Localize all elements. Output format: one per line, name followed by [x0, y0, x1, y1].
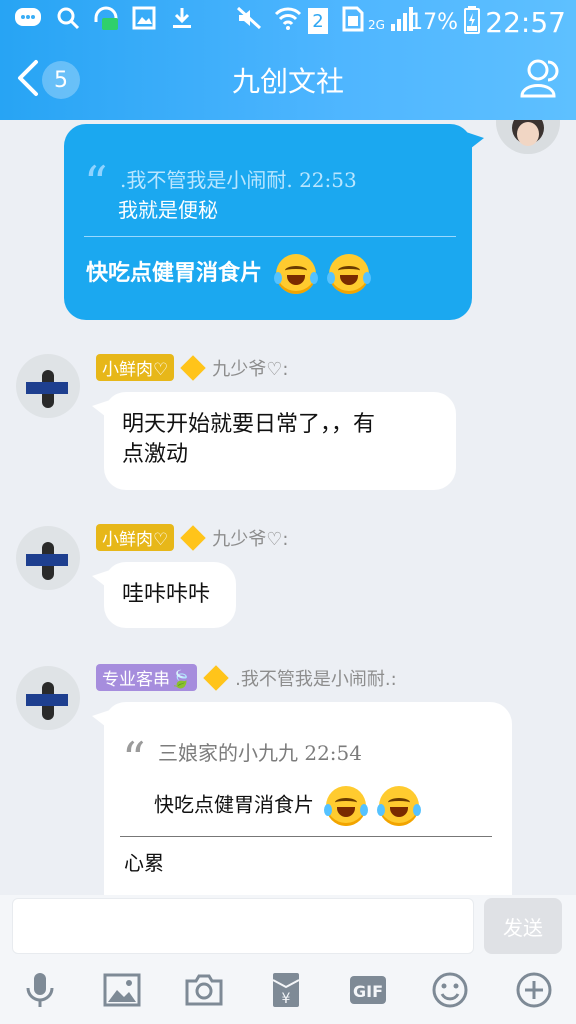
- status-bar: 2 2G 17% 22:57: [0, 0, 576, 42]
- quoted-text: 我就是便秘: [118, 198, 218, 222]
- sender-line: 小鲜肉♡ 九少爷♡:: [96, 354, 288, 381]
- message-input[interactable]: [12, 898, 474, 954]
- mute-icon: [236, 6, 262, 36]
- quoted-author: 三娘家的小九九 22:54: [158, 741, 362, 765]
- message-list[interactable]: “ .我不管我是小闹耐. 22:53 我就是便秘 快吃点健胃消食片 小鲜肉♡ 九少…: [0, 120, 576, 895]
- sender-line: 专业客串🍃 .我不管我是小闹耐.:: [96, 664, 397, 691]
- emoji-icon[interactable]: [426, 966, 474, 1014]
- camera-icon[interactable]: [180, 966, 228, 1014]
- message-text: 快吃点健胃消食片: [86, 254, 372, 294]
- incoming-message-bubble[interactable]: “ 三娘家的小九九 22:54 快吃点健胃消食片 心累: [92, 702, 512, 895]
- search-icon: [56, 6, 80, 36]
- sender-name[interactable]: .我不管我是小闹耐.:: [235, 669, 397, 690]
- message-text-content: 快吃点健胃消食片: [86, 261, 263, 286]
- laughing-tears-emoji-icon: [273, 254, 318, 294]
- sender-avatar[interactable]: [16, 526, 80, 590]
- sender-line: 小鲜肉♡ 九少爷♡:: [96, 524, 288, 551]
- svg-text:¥: ¥: [282, 991, 291, 1007]
- battery-percent: 17%: [409, 10, 458, 35]
- laughing-tears-emoji-icon: [376, 786, 421, 826]
- clock: 22:57: [485, 6, 566, 39]
- diamond-icon: [180, 355, 206, 381]
- laughing-tears-emoji-icon: [327, 254, 372, 294]
- member-title-tag: 小鲜肉♡: [96, 524, 175, 551]
- gif-label: GIF: [353, 982, 383, 1001]
- message-text: 明天开始就要日常了，，有 点激动: [122, 410, 375, 470]
- incoming-message-bubble[interactable]: 明天开始就要日常了，，有 点激动: [92, 392, 456, 490]
- top-bar: 2 2G 17% 22:57 5 九创文社: [0, 0, 576, 120]
- quote-divider: [84, 236, 456, 237]
- message-line: 点激动: [122, 442, 189, 467]
- group-profile-button[interactable]: [518, 56, 562, 100]
- sim-number-badge: 2: [308, 8, 328, 34]
- sender-name[interactable]: 九少爷♡:: [212, 359, 288, 380]
- headset-icon: [92, 6, 120, 38]
- download-icon: [170, 6, 194, 36]
- quoted-text: 快吃点健胃消食片: [154, 786, 421, 826]
- message-text: 心累: [124, 851, 164, 875]
- plus-icon[interactable]: [510, 966, 558, 1014]
- message-text: 哇咔咔咔: [122, 582, 211, 607]
- outgoing-message-bubble[interactable]: “ .我不管我是小闹耐. 22:53 我就是便秘 快吃点健胃消食片: [64, 124, 484, 320]
- diamond-icon: [180, 525, 206, 551]
- chat-header: 5 九创文社: [0, 48, 576, 112]
- avatar-board: [26, 694, 68, 706]
- message-icon: [14, 6, 44, 36]
- battery-icon: [464, 6, 480, 40]
- red-packet-icon[interactable]: ¥: [262, 966, 310, 1014]
- sender-name[interactable]: 九少爷♡:: [212, 529, 288, 550]
- sender-avatar[interactable]: [16, 666, 80, 730]
- self-avatar[interactable]: [496, 120, 560, 154]
- member-title-tag: 专业客串🍃: [96, 664, 198, 691]
- member-title-tag: 小鲜肉♡: [96, 354, 175, 381]
- quote-mark-icon: “: [84, 156, 108, 210]
- message-line: 明天开始就要日常了，，有: [122, 412, 376, 437]
- gallery-icon: [132, 6, 156, 36]
- incoming-message-bubble[interactable]: 哇咔咔咔: [92, 562, 236, 628]
- network-type: 2G: [368, 18, 385, 32]
- wifi-icon: [274, 6, 302, 36]
- send-button[interactable]: 发送: [484, 898, 562, 954]
- sender-avatar[interactable]: [16, 354, 80, 418]
- image-icon[interactable]: [98, 966, 146, 1014]
- input-bar: 发送: [0, 895, 576, 960]
- sim-card-icon: [342, 6, 364, 38]
- diamond-icon: [203, 665, 229, 691]
- laughing-tears-emoji-icon: [324, 786, 369, 826]
- quote-divider: [120, 836, 492, 837]
- microphone-icon[interactable]: [16, 966, 64, 1014]
- quoted-author: .我不管我是小闹耐. 22:53: [120, 168, 357, 192]
- quote-mark-icon: “: [122, 732, 146, 786]
- avatar-board: [26, 554, 68, 566]
- chat-title: 九创文社: [231, 65, 344, 98]
- gif-icon[interactable]: GIF: [344, 966, 392, 1014]
- input-toolbar: ¥ GIF: [0, 960, 576, 1024]
- quoted-text-content: 快吃点健胃消食片: [154, 792, 314, 817]
- avatar-board: [26, 382, 68, 394]
